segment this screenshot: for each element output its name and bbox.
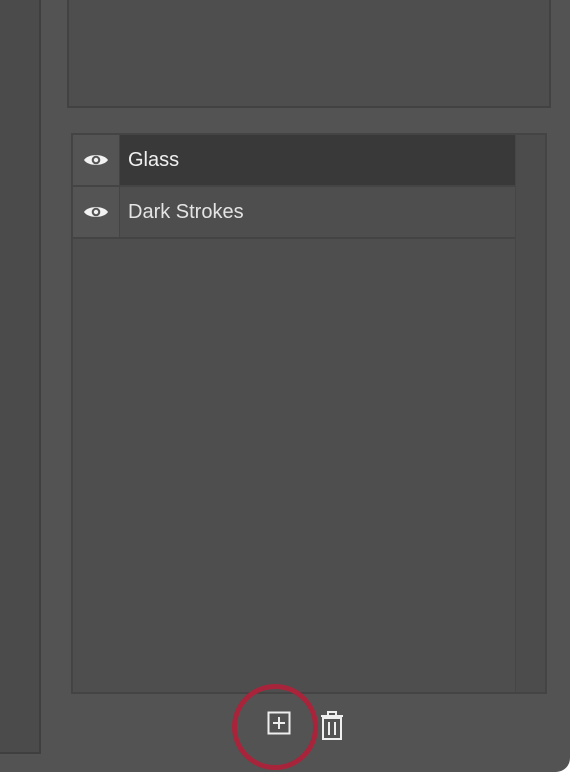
layer-name: Glass [128, 148, 180, 171]
list-scrollbar[interactable] [515, 135, 545, 692]
delete-layer-button[interactable] [319, 710, 345, 742]
layers-toolbar [71, 698, 547, 758]
left-panel-strip [0, 0, 41, 754]
eye-icon [84, 207, 108, 217]
layers-list[interactable]: Glass Dark Strokes [71, 133, 547, 694]
visibility-toggle[interactable] [73, 135, 120, 185]
add-layer-button[interactable] [266, 710, 292, 736]
visibility-toggle[interactable] [73, 187, 120, 237]
layers-panel-window: Glass Dark Strokes [0, 0, 570, 772]
layer-row-dark-strokes[interactable]: Dark Strokes [73, 187, 517, 239]
layer-row-glass[interactable]: Glass [73, 135, 517, 187]
eye-icon [84, 155, 108, 165]
trash-icon [321, 711, 343, 740]
upper-panel-box [67, 0, 551, 108]
layer-name: Dark Strokes [128, 200, 244, 223]
plus-square-icon [267, 711, 291, 735]
